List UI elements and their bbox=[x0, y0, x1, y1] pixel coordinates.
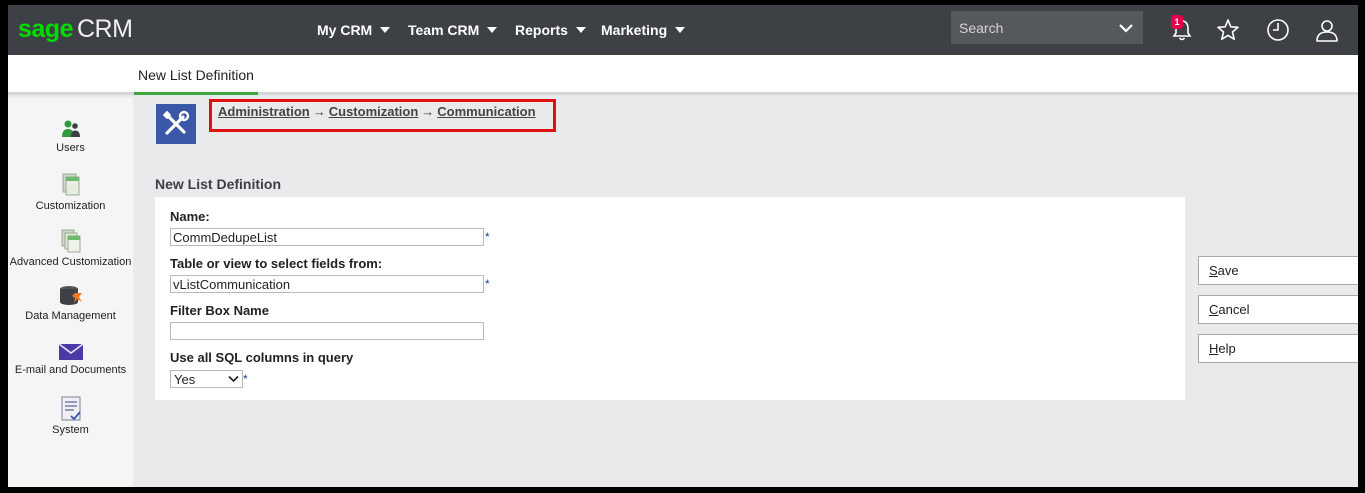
app-window: sage CRM My CRM Team CRM Reports Marketin… bbox=[8, 5, 1358, 487]
required-marker: * bbox=[485, 277, 490, 291]
save-button[interactable]: Save bbox=[1198, 256, 1358, 285]
cancel-button[interactable]: Cancel bbox=[1198, 295, 1358, 324]
breadcrumb-separator: → bbox=[312, 104, 326, 119]
required-marker: * bbox=[485, 230, 490, 244]
breadcrumb-separator: → bbox=[421, 104, 435, 119]
star-icon[interactable] bbox=[1215, 17, 1241, 43]
sidebar-item-label: Advanced Customization bbox=[9, 256, 132, 268]
administration-icon bbox=[156, 104, 196, 144]
sidebar-item-advanced-customization[interactable]: Advanced Customization bbox=[8, 228, 133, 268]
logo-brand: sage bbox=[18, 15, 73, 43]
save-accesskey: S bbox=[1209, 263, 1218, 278]
search-box bbox=[951, 11, 1143, 44]
chevron-down-icon bbox=[228, 375, 239, 383]
search-input[interactable] bbox=[951, 11, 1111, 44]
breadcrumb: Administration → Customization → Communicati… bbox=[218, 104, 536, 119]
help-accesskey: H bbox=[1209, 341, 1219, 356]
data-management-icon bbox=[59, 286, 82, 305]
table-label: Table or view to select fields from: bbox=[170, 256, 383, 271]
sidebar-item-customization[interactable]: Customization bbox=[8, 172, 133, 212]
menu-label: Team CRM bbox=[408, 22, 480, 38]
customization-icon bbox=[62, 173, 79, 196]
tools-icon bbox=[162, 110, 190, 135]
logo-product: CRM bbox=[76, 15, 133, 43]
name-field[interactable] bbox=[170, 228, 484, 246]
table-field[interactable] bbox=[170, 275, 484, 293]
required-marker: * bbox=[243, 372, 248, 386]
help-button[interactable]: Help bbox=[1198, 334, 1358, 363]
breadcrumb-communication[interactable]: Communication bbox=[437, 104, 535, 119]
sidebar-item-users[interactable]: Users bbox=[8, 118, 133, 154]
save-label: ave bbox=[1217, 263, 1239, 278]
filter-box-field[interactable] bbox=[170, 322, 484, 340]
sidebar-item-label: Users bbox=[56, 142, 85, 154]
sql-columns-value: Yes bbox=[174, 372, 196, 387]
tab-new-list-definition[interactable]: New List Definition bbox=[134, 55, 258, 95]
filter-box-label: Filter Box Name bbox=[170, 303, 269, 318]
menu-my-crm[interactable]: My CRM bbox=[317, 5, 391, 55]
system-icon bbox=[61, 396, 81, 421]
cancel-label: ancel bbox=[1218, 302, 1250, 317]
notification-badge: 1 bbox=[1171, 15, 1183, 29]
help-label: elp bbox=[1218, 341, 1236, 356]
breadcrumb-customization[interactable]: Customization bbox=[329, 104, 419, 119]
admin-sidebar: Users Customization Advanced Customizati… bbox=[8, 98, 133, 487]
section-title: New List Definition bbox=[155, 176, 281, 192]
menu-marketing[interactable]: Marketing bbox=[601, 5, 686, 55]
cancel-accesskey: C bbox=[1209, 302, 1219, 317]
caret-down-icon bbox=[575, 27, 586, 33]
sidebar-item-data-management[interactable]: Data Management bbox=[8, 284, 133, 322]
name-label: Name: bbox=[170, 209, 210, 224]
clock-icon[interactable] bbox=[1265, 17, 1291, 43]
menu-team-crm[interactable]: Team CRM bbox=[408, 5, 498, 55]
advanced-customization-icon bbox=[61, 229, 80, 253]
menu-reports[interactable]: Reports bbox=[515, 5, 586, 55]
users-icon bbox=[61, 120, 80, 137]
sidebar-item-label: E-mail and Documents bbox=[14, 364, 127, 376]
sidebar-item-label: Customization bbox=[35, 200, 106, 212]
envelope-icon bbox=[58, 343, 83, 360]
breadcrumb-administration[interactable]: Administration bbox=[218, 104, 310, 119]
user-icon[interactable] bbox=[1314, 17, 1340, 43]
caret-down-icon bbox=[380, 27, 391, 33]
top-bar: sage CRM My CRM Team CRM Reports Marketin… bbox=[8, 5, 1358, 55]
sidebar-item-label: Data Management bbox=[25, 310, 116, 322]
sql-columns-label: Use all SQL columns in query bbox=[170, 350, 354, 365]
menu-label: Reports bbox=[515, 22, 568, 38]
chevron-down-icon[interactable] bbox=[1117, 19, 1135, 37]
menu-label: My CRM bbox=[317, 22, 373, 38]
sql-columns-select[interactable]: Yes bbox=[170, 370, 243, 388]
form-panel: Name: * Table or view to select fields f… bbox=[155, 197, 1185, 400]
caret-down-icon bbox=[487, 27, 498, 33]
tab-strip: New List Definition bbox=[8, 55, 1358, 95]
caret-down-icon bbox=[675, 27, 686, 33]
sidebar-item-email-and-documents[interactable]: E-mail and Documents bbox=[8, 342, 133, 376]
sidebar-item-system[interactable]: System bbox=[8, 396, 133, 436]
menu-label: Marketing bbox=[601, 22, 668, 38]
sidebar-item-label: System bbox=[52, 424, 89, 436]
sage-crm-logo[interactable]: sage CRM bbox=[18, 14, 133, 44]
